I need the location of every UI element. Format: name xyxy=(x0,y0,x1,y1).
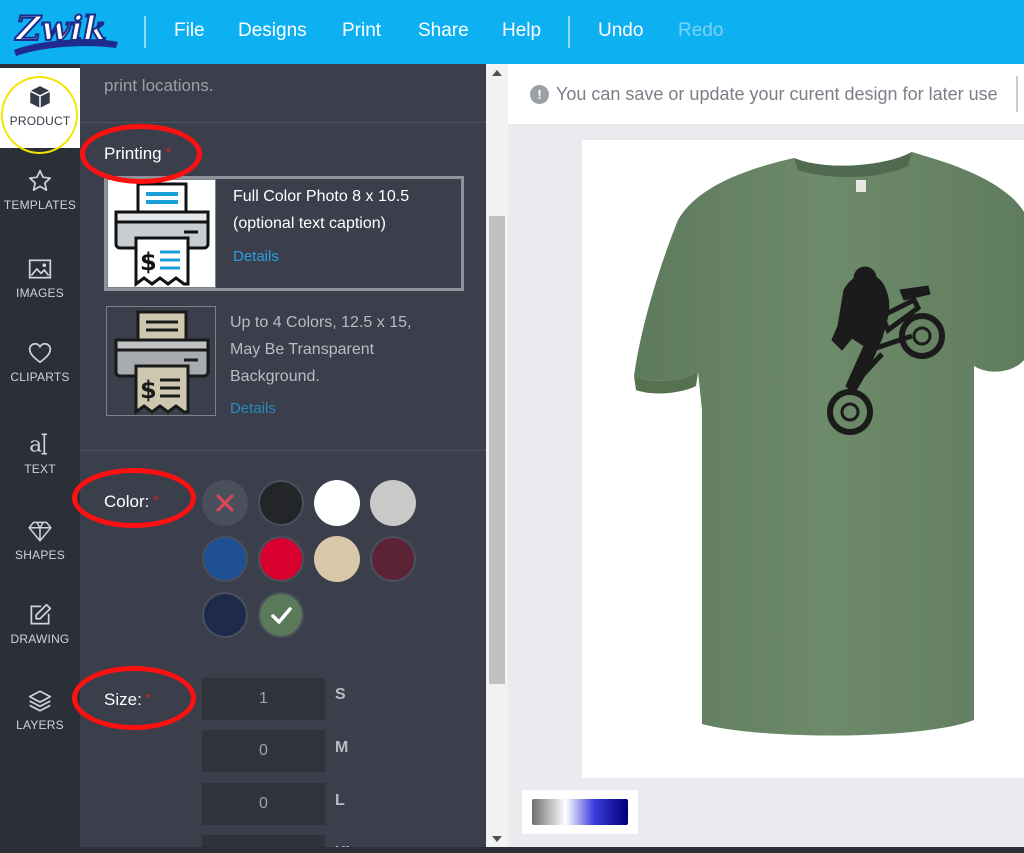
menu-separator xyxy=(568,16,570,48)
sidebar-item-cliparts[interactable]: CLIPARTS xyxy=(0,336,80,416)
color-swatch-navy[interactable] xyxy=(202,592,248,638)
sidebar-item-label: TEXT xyxy=(24,462,56,476)
sidebar-item-text[interactable]: a TEXT xyxy=(0,422,80,502)
menu-file[interactable]: File xyxy=(174,20,205,42)
details-link[interactable]: Details xyxy=(230,400,276,417)
svg-text:Zwik: Zwik xyxy=(14,9,107,49)
image-icon xyxy=(28,259,52,279)
sidebar-item-layers[interactable]: LAYERS xyxy=(0,680,80,760)
menu-help[interactable]: Help xyxy=(502,20,541,42)
size-label-m: M xyxy=(335,739,349,756)
printer-icon: $ xyxy=(114,182,210,287)
menu-designs[interactable]: Designs xyxy=(238,20,307,42)
size-quantity-input-s[interactable]: 1 xyxy=(202,678,325,720)
diamond-icon xyxy=(28,521,52,542)
scroll-up-arrow[interactable] xyxy=(492,70,502,76)
details-link[interactable]: Details xyxy=(233,248,279,265)
size-quantity-input-m[interactable]: 0 xyxy=(202,730,325,772)
sidebar-item-label: SHAPES xyxy=(15,548,65,562)
close-icon xyxy=(216,494,234,512)
sidebar-item-label: CLIPARTS xyxy=(10,370,70,384)
size-label-l: L xyxy=(335,792,345,809)
panel-scrollbar[interactable] xyxy=(486,64,508,853)
sidebar-item-images[interactable]: IMAGES xyxy=(0,250,80,330)
scroll-down-arrow[interactable] xyxy=(492,836,502,842)
zwik-logo[interactable]: Zwik xyxy=(10,6,122,58)
yellow-highlight-circle xyxy=(1,76,78,154)
text-icon: a xyxy=(29,433,47,458)
printer-thumbnail: $ xyxy=(106,306,216,416)
gradient-swatch[interactable] xyxy=(532,799,628,825)
red-highlight-circle-printing xyxy=(80,124,202,184)
menu-separator xyxy=(144,16,146,48)
save-notice-bar: ! You can save or update your curent des… xyxy=(508,64,1024,124)
checkmark-icon xyxy=(271,607,292,624)
save-notice-text: You can save or update your curent desig… xyxy=(556,84,998,104)
sidebar-item-label: TEMPLATES xyxy=(3,198,77,212)
size-label-s: S xyxy=(335,686,346,703)
star-icon xyxy=(28,169,52,191)
color-swatch-tan[interactable] xyxy=(314,536,360,582)
printer-icon: $ xyxy=(114,310,210,415)
svg-text:a: a xyxy=(29,433,42,458)
top-bar: Zwik File Designs Print Share Help Undo … xyxy=(0,0,1024,64)
sidebar-item-label: IMAGES xyxy=(16,286,64,300)
menu-share[interactable]: Share xyxy=(418,20,469,42)
edit-icon xyxy=(30,603,52,625)
red-highlight-circle-size xyxy=(72,666,196,730)
color-swatch-black[interactable] xyxy=(258,480,304,526)
undo-button[interactable]: Undo xyxy=(598,20,643,42)
design-canvas-area: ! You can save or update your curent des… xyxy=(508,64,1024,853)
notice-separator xyxy=(1016,76,1018,112)
bottom-edge xyxy=(0,847,1024,853)
scroll-thumb[interactable] xyxy=(489,216,505,684)
printing-option-4-colors[interactable]: $ Up to 4 Colors, 12.5 x 15, May Be Tran… xyxy=(104,304,464,419)
color-swatch-royal-blue[interactable] xyxy=(202,536,248,582)
layers-icon xyxy=(28,690,52,712)
sidebar-item-label: LAYERS xyxy=(16,718,64,732)
sidebar-item-drawing[interactable]: DRAWING xyxy=(0,594,80,674)
sidebar-item-templates[interactable]: TEMPLATES xyxy=(0,164,80,244)
sidebar-item-label: DRAWING xyxy=(10,632,70,646)
heart-icon xyxy=(28,342,52,364)
color-swatch-military-green[interactable] xyxy=(258,592,304,638)
tshirt-mockup[interactable] xyxy=(582,140,1024,778)
menu-print[interactable]: Print xyxy=(342,20,381,42)
color-swatch-red[interactable] xyxy=(258,536,304,582)
gradient-color-picker[interactable] xyxy=(522,790,638,834)
printing-option-description: Full Color Photo 8 x 10.5 (optional text… xyxy=(233,188,410,232)
tool-sidebar: PRODUCT TEMPLATES IMAGES CLIPARTS a TEXT… xyxy=(0,64,80,853)
printing-option-full-color[interactable]: $ Full Color Photo 8 x 10.5 (optional te… xyxy=(104,176,464,291)
print-locations-text: print locations. xyxy=(104,76,214,95)
red-highlight-circle-color xyxy=(72,468,196,528)
sidebar-item-shapes[interactable]: SHAPES xyxy=(0,510,80,590)
color-swatch-white[interactable] xyxy=(314,480,360,526)
svg-text:$: $ xyxy=(140,248,157,276)
redo-button[interactable]: Redo xyxy=(678,20,723,42)
svg-text:$: $ xyxy=(140,376,157,404)
size-quantity-input-l[interactable]: 0 xyxy=(202,783,325,825)
info-icon: ! xyxy=(530,85,549,104)
printing-option-description: Up to 4 Colors, 12.5 x 15, May Be Transp… xyxy=(230,314,412,385)
color-swatch-none[interactable] xyxy=(202,480,248,526)
color-swatch-light-gray[interactable] xyxy=(370,480,416,526)
divider xyxy=(80,122,486,123)
divider xyxy=(80,450,486,451)
color-swatch-maroon[interactable] xyxy=(370,536,416,582)
product-preview[interactable] xyxy=(582,140,1024,778)
printer-thumbnail: $ xyxy=(107,179,216,288)
